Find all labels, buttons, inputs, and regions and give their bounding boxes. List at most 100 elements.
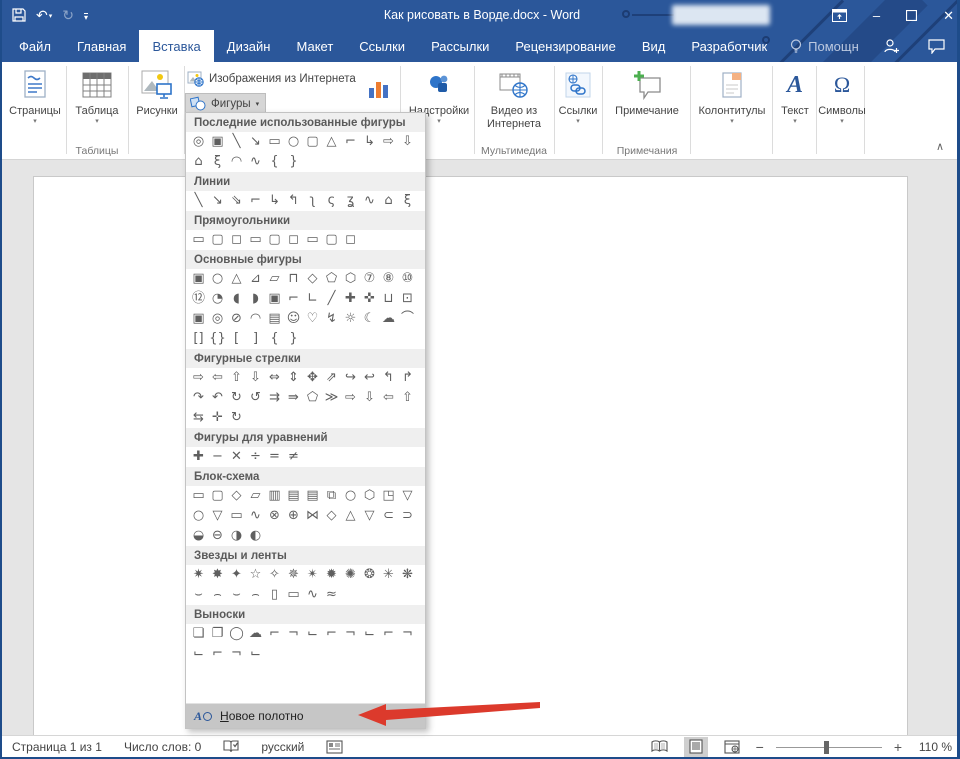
shape-item[interactable]: ◳ [379,486,398,506]
maximize-button[interactable] [906,10,917,21]
word-count[interactable]: Число слов: 0 [124,740,201,754]
shape-item[interactable]: ⇆ [189,408,208,428]
shape-item[interactable]: ∿ [246,506,265,526]
zoom-out-button[interactable]: − [756,740,764,754]
shape-item[interactable]: ▢ [208,486,227,506]
minimize-button[interactable]: – [873,9,880,22]
shape-item[interactable]: ◖ [227,289,246,309]
chart-button[interactable] [364,76,392,98]
shape-item[interactable]: ⧉ [322,486,341,506]
shape-item[interactable]: ▭ [189,486,208,506]
shape-item[interactable]: ✵ [284,565,303,585]
zoom-slider-thumb[interactable] [824,741,829,754]
shape-item[interactable]: ⌢ [246,585,265,605]
shape-item[interactable]: ◎ [189,132,208,152]
shape-item[interactable]: ▤ [265,309,284,329]
shape-item[interactable]: ʓ [341,191,360,211]
tab-Рецензирование[interactable]: Рецензирование [502,30,628,62]
shape-item[interactable]: } [284,329,303,349]
shape-item[interactable]: ↱ [398,368,417,388]
shape-item[interactable]: ▭ [189,230,208,250]
symbols-button[interactable]: Ω Символы ▾ [818,68,866,126]
links-button[interactable]: Ссылки ▾ [555,68,601,126]
shape-item[interactable]: ↶ [208,388,227,408]
shape-item[interactable]: ◇ [303,269,322,289]
text-button[interactable]: A Текст ▾ [774,68,816,126]
shape-item[interactable]: ☺ [284,309,303,329]
shape-item[interactable]: ⌐ [246,191,265,211]
shape-item[interactable]: ⇦ [379,388,398,408]
tab-Ссылки[interactable]: Ссылки [346,30,418,62]
shape-item[interactable]: ▽ [360,506,379,526]
shape-item[interactable]: ✳ [379,565,398,585]
comment-button[interactable]: Примечание [604,68,690,118]
shape-item[interactable]: ▭ [246,230,265,250]
shape-item[interactable]: ▭ [227,506,246,526]
shape-item[interactable]: ♡ [303,309,322,329]
shape-item[interactable]: ¬ [398,624,417,644]
shape-item[interactable]: ¬ [227,644,246,664]
shape-item[interactable]: ✹ [322,565,341,585]
shape-item[interactable]: ○ [341,486,360,506]
shape-item[interactable]: ↻ [227,408,246,428]
shape-item[interactable]: ◇ [322,506,341,526]
shape-item[interactable]: ▣ [265,289,284,309]
shape-item[interactable]: ↳ [360,132,379,152]
shape-item[interactable]: ⬡ [360,486,379,506]
shape-item[interactable]: ✥ [303,368,322,388]
shape-item[interactable]: ⌙ [303,624,322,644]
shape-item[interactable]: ☁ [379,309,398,329]
shape-item[interactable]: { [265,152,284,172]
shape-item[interactable]: ⇨ [379,132,398,152]
shape-item[interactable]: ╱ [322,289,341,309]
shape-item[interactable]: ⊖ [208,526,227,546]
shape-item[interactable]: ⌐ [284,289,303,309]
shape-item[interactable]: ⬡ [341,269,360,289]
shape-item[interactable]: ⊗ [265,506,284,526]
keyboard-icon[interactable] [326,740,343,754]
shape-item[interactable]: ⬠ [303,388,322,408]
table-button[interactable]: Таблица ▾ [68,68,126,126]
shape-item[interactable]: ↳ [265,191,284,211]
shape-item[interactable]: ⌐ [379,624,398,644]
shape-item[interactable]: ⇩ [398,132,417,152]
language-indicator[interactable]: русский [261,740,304,754]
shape-item[interactable]: ⬠ [322,269,341,289]
shape-item[interactable]: ✴ [303,565,322,585]
shape-item[interactable]: ↘ [208,191,227,211]
shape-item[interactable]: ↺ [246,388,265,408]
collapse-ribbon-icon[interactable]: ∧ [936,140,944,153]
shape-item[interactable]: ⌣ [189,585,208,605]
shape-item[interactable]: ⇗ [322,368,341,388]
shape-item[interactable]: ⊃ [398,506,417,526]
shape-item[interactable]: ⊡ [398,289,417,309]
shape-item[interactable]: ⑧ [379,269,398,289]
shape-item[interactable]: ≫ [322,388,341,408]
shape-item[interactable]: ⌐ [208,644,227,664]
shape-item[interactable]: ▢ [265,230,284,250]
shape-item[interactable]: ⋈ [303,506,322,526]
tab-Главная[interactable]: Главная [64,30,139,62]
shape-item[interactable]: ⌐ [322,624,341,644]
shape-item[interactable]: ⊓ [284,269,303,289]
shape-item[interactable]: { [265,329,284,349]
shape-item[interactable]: ✛ [208,408,227,428]
shape-item[interactable]: ↩ [360,368,379,388]
shape-item[interactable]: ∿ [246,152,265,172]
shape-item[interactable]: ✸ [208,565,227,585]
shape-item[interactable]: ⇛ [284,388,303,408]
zoom-in-button[interactable]: + [894,740,902,754]
proofing-icon[interactable] [223,739,239,754]
shape-item[interactable]: ⇉ [265,388,284,408]
shape-item[interactable]: ⊕ [284,506,303,526]
shape-item[interactable]: ∿ [360,191,379,211]
shape-item[interactable]: ⇧ [398,388,417,408]
shape-item[interactable]: ❂ [360,565,379,585]
ribbon-display-options-icon[interactable] [832,9,847,22]
shape-item[interactable]: ⑦ [360,269,379,289]
shape-item[interactable]: ⇔ [265,368,284,388]
shape-item[interactable]: ¬ [284,624,303,644]
shape-item[interactable]: ▱ [246,486,265,506]
shape-item[interactable]: ╲ [227,132,246,152]
shape-item[interactable]: ¬ [341,624,360,644]
